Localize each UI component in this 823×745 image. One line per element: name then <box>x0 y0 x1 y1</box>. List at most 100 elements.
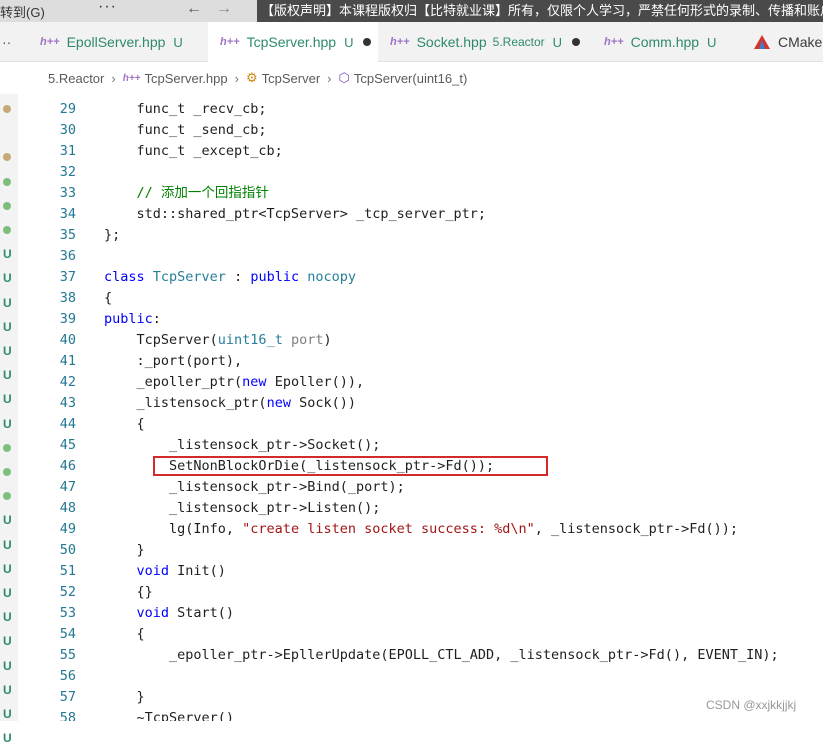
code-line[interactable]: 56 <box>18 666 823 687</box>
status-dot-icon <box>3 177 11 186</box>
untracked-marker: U <box>3 561 12 576</box>
code-text: func_t _send_cb; <box>104 122 267 138</box>
code-line[interactable]: 31 func_t _except_cb; <box>18 141 823 162</box>
untracked-badge: U <box>173 34 183 50</box>
untracked-marker: U <box>3 537 12 552</box>
code-editor[interactable]: 29 func_t _recv_cb; 30 func_t _send_cb; 31… <box>18 94 823 721</box>
tab-tcpserver[interactable]: h++ TcpServer.hpp U <box>208 22 378 62</box>
cmake-icon <box>754 35 770 49</box>
line-number: 48 <box>59 500 76 516</box>
status-dot-icon <box>3 468 11 476</box>
code-line[interactable]: 38 { <box>18 288 823 309</box>
untracked-marker: U <box>3 610 12 625</box>
code-text: func_t _except_cb; <box>104 143 283 159</box>
code-text: _listensock_ptr->Listen(); <box>104 500 381 516</box>
unsaved-dot-icon[interactable] <box>572 38 581 46</box>
line-number: 53 <box>59 605 76 621</box>
breadcrumb-file[interactable]: TcpServer.hpp <box>145 71 228 86</box>
menu-more-icon[interactable]: ··· <box>98 0 117 16</box>
tab-socket[interactable]: h++ Socket.hpp 5.Reactor U <box>378 22 590 62</box>
cpp-header-icon: h++ <box>122 72 141 84</box>
untracked-marker: U <box>3 416 12 431</box>
line-number: 37 <box>59 269 76 285</box>
code-line[interactable]: 33 // 添加一个回指指针 <box>18 183 823 204</box>
code-line[interactable]: 48 _listensock_ptr->Listen(); <box>18 498 823 519</box>
untracked-marker: U <box>3 513 12 528</box>
code-line[interactable]: 57 } <box>18 687 823 708</box>
code-line[interactable]: 49 lg(Info, "create listen socket succes… <box>18 519 823 540</box>
untracked-marker: U <box>3 731 12 745</box>
status-dot-icon <box>3 153 11 162</box>
code-line[interactable]: 29 func_t _recv_cb; <box>18 99 823 120</box>
line-number: 52 <box>59 584 76 600</box>
arrow-right-icon[interactable]: → <box>216 0 232 18</box>
breadcrumb-method[interactable]: TcpServer(uint16_t) <box>354 71 467 86</box>
code-line[interactable]: 42 _epoller_ptr(new Epoller()), <box>18 372 823 393</box>
menu-bar: 转到(G) ··· ← → 【版权声明】本课程版权归【比特就业课】所有，仅限个人… <box>0 0 823 22</box>
line-number: 50 <box>59 542 76 558</box>
line-number: 36 <box>59 248 76 264</box>
code-line[interactable]: 45 _listensock_ptr->Socket(); <box>18 435 823 456</box>
line-number: 49 <box>59 521 76 537</box>
code-line[interactable]: 32 <box>18 162 823 183</box>
status-dot-icon <box>3 226 11 234</box>
untracked-marker: U <box>3 368 12 383</box>
code-text: _listensock_ptr->Socket(); <box>104 437 381 453</box>
code-line[interactable]: 50 } <box>18 540 823 561</box>
tab-cmake[interactable]: CMake <box>740 22 823 62</box>
tab-comm[interactable]: h++ Comm.hpp U <box>590 22 740 62</box>
breadcrumb-class[interactable]: TcpServer <box>262 71 321 86</box>
line-number: 38 <box>59 290 76 306</box>
line-number: 44 <box>59 416 76 432</box>
code-text: func_t _recv_cb; <box>104 101 267 117</box>
code-line[interactable]: 58 ~TcpServer() <box>18 708 823 721</box>
code-text: }; <box>104 227 121 243</box>
code-line[interactable]: 30 func_t _send_cb; <box>18 120 823 141</box>
cpp-header-icon: h++ <box>220 36 240 48</box>
code-line[interactable]: 41 :_port(port), <box>18 351 823 372</box>
code-text: :_port(port), <box>104 353 243 369</box>
code-line[interactable]: 52 {} <box>18 582 823 603</box>
code-line[interactable]: 36 <box>18 246 823 267</box>
cpp-header-icon: h++ <box>40 36 60 48</box>
code-line[interactable]: 54 { <box>18 624 823 645</box>
code-line[interactable]: 43 _listensock_ptr(new Sock()) <box>18 393 823 414</box>
breadcrumb: 5.Reactor › h++ TcpServer.hpp › ⚙ TcpSer… <box>0 62 823 94</box>
unsaved-dot-icon[interactable] <box>363 38 372 46</box>
untracked-marker: U <box>3 586 12 600</box>
line-number: 31 <box>59 143 76 159</box>
arrow-left-icon[interactable]: ← <box>186 0 202 18</box>
status-dot-icon <box>3 443 11 452</box>
code-text: void Init() <box>136 563 226 579</box>
line-number: 41 <box>59 353 76 369</box>
chevron-right-icon: › <box>234 70 239 86</box>
code-line[interactable]: 47 _listensock_ptr->Bind(_port); <box>18 477 823 498</box>
line-number: 58 <box>59 710 76 721</box>
untracked-marker: U <box>3 295 12 310</box>
scm-status-strip: UUUUUUUUUUUUUUUUUU <box>0 94 18 745</box>
line-number: 30 <box>59 122 76 138</box>
line-number: 54 <box>59 626 76 642</box>
tab-overflow-icon[interactable]: ·· <box>2 34 11 50</box>
menu-goto[interactable]: 转到(G) <box>0 2 45 21</box>
code-line[interactable]: 55 _epoller_ptr->EpllerUpdate(EPOLL_CTL_… <box>18 645 823 666</box>
tab-label: Socket.hpp <box>416 34 487 50</box>
code-line[interactable]: 34 std::shared_ptr<TcpServer> _tcp_serve… <box>18 204 823 225</box>
untracked-marker: U <box>3 682 12 697</box>
line-number: 29 <box>59 101 76 117</box>
tab-epollserver[interactable]: h++ EpollServer.hpp U <box>28 22 208 62</box>
code-line[interactable]: 35}; <box>18 225 823 246</box>
line-number: 39 <box>59 311 76 327</box>
tab-dir-hint: 5.Reactor <box>492 35 545 49</box>
untracked-marker: U <box>3 707 12 721</box>
code-line[interactable]: 39 public: <box>18 309 823 330</box>
line-number: 32 <box>59 164 76 180</box>
code-line[interactable]: 44 { <box>18 414 823 435</box>
code-line[interactable]: 53 void Start() <box>18 603 823 624</box>
breadcrumb-folder[interactable]: 5.Reactor <box>48 71 104 86</box>
code-line[interactable]: 37 class TcpServer : public nocopy <box>18 267 823 288</box>
status-dot-icon <box>3 105 11 113</box>
code-line[interactable]: 40 TcpServer(uint16_t port) <box>18 330 823 351</box>
code-text: public: <box>104 311 161 327</box>
code-line[interactable]: 51 void Init() <box>18 561 823 582</box>
